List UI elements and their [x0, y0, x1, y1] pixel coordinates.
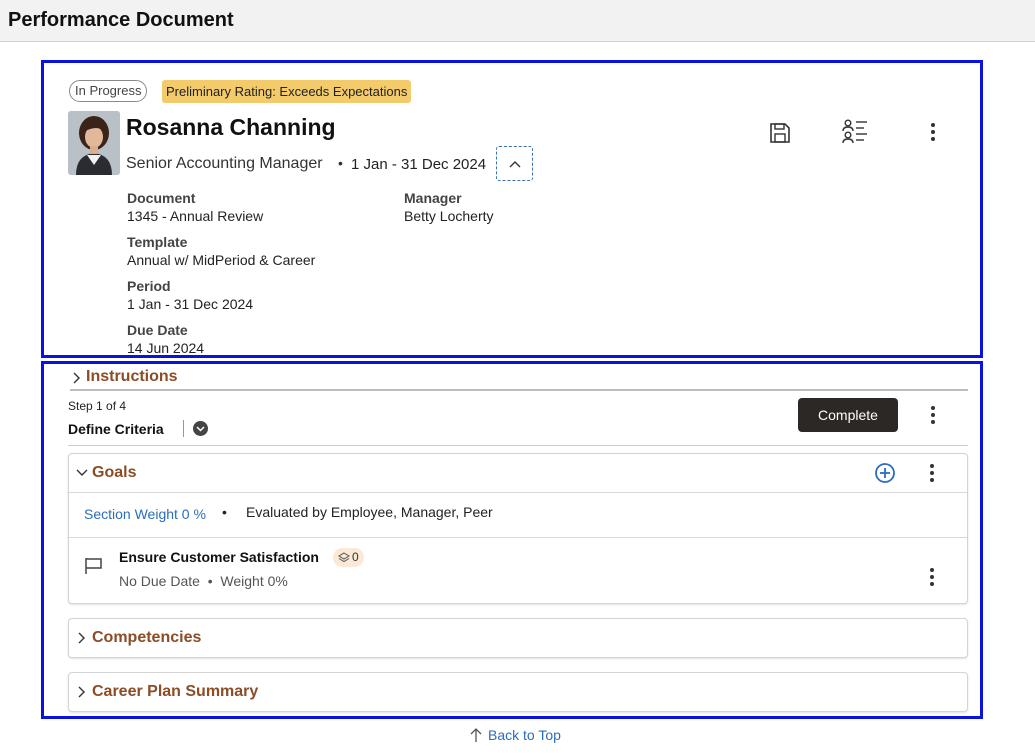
goals-meta-row: Section Weight 0 % • Evaluated by Employ… — [69, 492, 967, 538]
add-goal-icon[interactable] — [872, 460, 898, 486]
period-value: 1 Jan - 31 Dec 2024 — [127, 296, 254, 312]
employee-name: Rosanna Channing — [126, 114, 336, 140]
chevron-right-icon — [73, 372, 80, 384]
goal-more-icon[interactable] — [919, 564, 945, 590]
manager-label: Manager — [404, 190, 462, 206]
goal-badge-count: 0 — [352, 550, 359, 564]
collapse-header-button[interactable] — [496, 146, 533, 181]
arrow-up-icon — [470, 728, 482, 742]
goals-title[interactable]: Goals — [92, 464, 136, 482]
employee-job-title: Senior Accounting Manager — [126, 155, 323, 172]
due-date-label: Due Date — [127, 322, 188, 338]
avatar — [68, 111, 120, 175]
step-counter: Step 1 of 4 — [68, 399, 127, 413]
step-separator — [183, 420, 184, 437]
layers-icon — [338, 551, 350, 562]
separator-dot: • — [222, 504, 227, 520]
evaluated-by-text: Evaluated by Employee, Manager, Peer — [246, 504, 493, 520]
separator-dot: • — [203, 573, 221, 589]
instructions-toggle[interactable]: Instructions — [70, 367, 968, 391]
status-badge: In Progress — [69, 80, 148, 102]
separator-dot: • — [338, 155, 343, 171]
goal-sub-count-badge: 0 — [333, 548, 364, 567]
template-label: Template — [127, 234, 188, 250]
competencies-section[interactable]: Competencies — [68, 618, 968, 658]
template-value: Annual w/ MidPeriod & Career — [127, 252, 316, 268]
goal-weight: Weight 0% — [220, 573, 288, 589]
goal-name[interactable]: Ensure Customer Satisfaction — [119, 549, 319, 565]
career-plan-title[interactable]: Career Plan Summary — [92, 683, 258, 701]
chevron-down-icon[interactable] — [76, 469, 88, 477]
goals-more-icon[interactable] — [919, 460, 945, 486]
chevron-right-icon — [78, 686, 85, 698]
goal-due: No Due Date — [119, 573, 200, 589]
goals-section: Goals Section Weight 0 % • Evaluated by … — [68, 453, 968, 604]
due-date-value: 14 Jun 2024 — [127, 340, 205, 356]
step-name: Define Criteria — [68, 421, 164, 437]
document-body-panel: Instructions Step 1 of 4 Define Criteria… — [41, 361, 983, 719]
complete-button[interactable]: Complete — [798, 398, 898, 432]
people-list-icon[interactable] — [842, 118, 868, 144]
step-divider — [68, 445, 968, 446]
step-dropdown-icon[interactable] — [193, 421, 208, 436]
page-title: Performance Document — [8, 9, 234, 31]
save-icon[interactable] — [767, 120, 793, 146]
goal-details: No Due Date • Weight 0% — [119, 573, 288, 589]
document-header-panel: In Progress Preliminary Rating: Exceeds … — [41, 60, 983, 358]
back-to-top-link[interactable]: Back to Top — [470, 727, 561, 743]
more-actions-icon[interactable] — [920, 119, 946, 145]
rating-badge: Preliminary Rating: Exceeds Expectations — [162, 80, 412, 103]
manager-value: Betty Locherty — [404, 208, 494, 224]
step-more-icon[interactable] — [920, 402, 946, 428]
competencies-title[interactable]: Competencies — [92, 629, 201, 647]
document-label: Document — [127, 190, 196, 206]
document-value: 1345 - Annual Review — [127, 208, 264, 224]
period-label: Period — [127, 278, 171, 294]
back-to-top-label: Back to Top — [488, 727, 561, 743]
flag-icon — [85, 558, 102, 574]
chevron-right-icon — [78, 632, 85, 644]
instructions-label: Instructions — [86, 368, 178, 385]
career-plan-section[interactable]: Career Plan Summary — [68, 672, 968, 712]
section-weight-link[interactable]: Section Weight 0 % — [84, 506, 206, 522]
employee-period: 1 Jan - 31 Dec 2024 — [351, 156, 487, 173]
chevron-up-icon — [509, 160, 520, 167]
title-bar: Performance Document — [0, 0, 1035, 42]
